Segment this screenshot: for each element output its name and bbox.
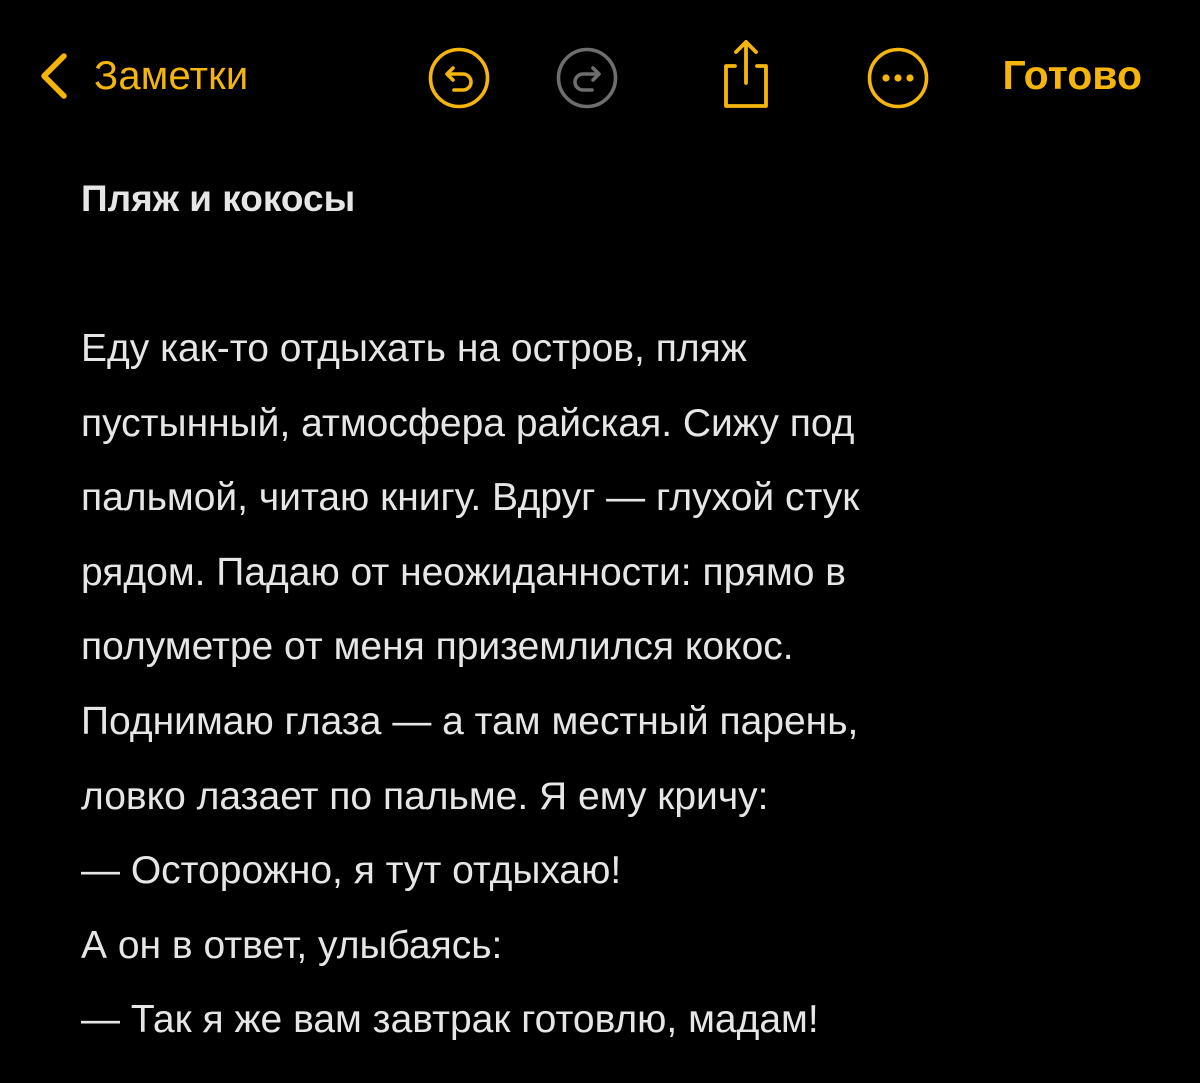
note-line[interactable]: пальмой, читаю книгу. Вдруг — глухой сту… bbox=[81, 461, 1141, 536]
note-line[interactable]: — Осторожно, я тут отдыхаю! bbox=[81, 834, 1141, 909]
note-title[interactable]: Пляж и кокосы bbox=[81, 168, 1141, 230]
note-body[interactable]: Еду как-то отдыхать на остров, пляж пуст… bbox=[81, 312, 1141, 1058]
more-options-button[interactable] bbox=[866, 46, 930, 110]
note-content[interactable]: Пляж и кокосы Еду как-то отдыхать на ост… bbox=[81, 168, 1141, 1058]
share-icon bbox=[724, 40, 768, 108]
undo-button[interactable] bbox=[427, 46, 491, 110]
undo-icon bbox=[428, 47, 490, 109]
note-line[interactable]: А он в ответ, улыбаясь: bbox=[81, 909, 1141, 984]
note-line[interactable]: Поднимаю глаза — а там местный парень, bbox=[81, 685, 1141, 760]
note-line[interactable]: — Так я же вам завтрак готовлю, мадам! bbox=[81, 983, 1141, 1058]
note-line[interactable]: рядом. Падаю от неожиданности: прямо в bbox=[81, 536, 1141, 611]
note-line[interactable]: пустынный, атмосфера райская. Сижу под bbox=[81, 387, 1141, 462]
share-button[interactable] bbox=[714, 36, 778, 110]
more-options-icon bbox=[867, 47, 929, 109]
redo-icon bbox=[556, 47, 618, 109]
back-button-label: Заметки bbox=[94, 53, 249, 98]
note-line[interactable]: полуметре от меня приземлился кокос. bbox=[81, 610, 1141, 685]
note-line[interactable]: Еду как-то отдыхать на остров, пляж bbox=[81, 312, 1141, 387]
redo-button[interactable] bbox=[555, 46, 619, 110]
back-to-notes-button[interactable]: Заметки bbox=[36, 44, 248, 108]
note-line[interactable]: ловко лазает по пальме. Я ему кричу: bbox=[81, 760, 1141, 835]
done-button[interactable]: Готово bbox=[1002, 52, 1142, 99]
note-toolbar: Заметки Готово bbox=[0, 30, 1200, 122]
chevron-left-icon bbox=[41, 53, 67, 99]
